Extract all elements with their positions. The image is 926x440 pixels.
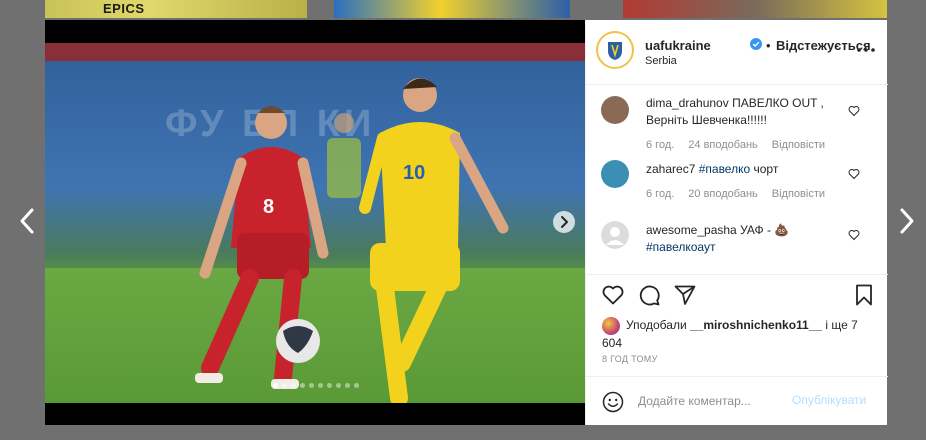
post-actions-bar (586, 283, 888, 309)
commenter-username[interactable]: awesome_pasha (646, 223, 737, 237)
comment-hashtag[interactable]: #павелкоаут (646, 240, 715, 254)
commenter-avatar[interactable] (601, 96, 629, 124)
comment-like-heart-icon[interactable] (848, 229, 860, 241)
carousel-dot (336, 383, 341, 388)
commenter-username[interactable]: dima_drahunov (646, 96, 729, 110)
commenter-avatar[interactable] (601, 221, 629, 249)
commenter-username[interactable]: zaharec7 (646, 162, 695, 176)
right-player-shirt-number: 10 (403, 162, 425, 184)
comment-like-heart-icon[interactable] (848, 105, 860, 117)
likes-summary: Уподобали __miroshnichenko11__ і ще 7 60… (602, 317, 862, 351)
likes-prefix: Уподобали (626, 318, 687, 333)
comment-likes-count[interactable]: 20 вподобань (688, 188, 757, 200)
post-modal: ФУ ЕЛ КИ 8 (45, 20, 888, 425)
background-thumbnail-2 (334, 0, 570, 18)
post-photo[interactable]: ФУ ЕЛ КИ 8 (45, 43, 585, 403)
share-paper-plane-icon[interactable] (673, 283, 697, 307)
thumbnail-text: EPICS (103, 1, 145, 16)
save-bookmark-icon[interactable] (852, 283, 876, 307)
carousel-dot (345, 383, 350, 388)
liker-username[interactable]: __miroshnichenko11__ (690, 318, 822, 332)
commenter-avatar[interactable] (601, 160, 629, 188)
background-thumbnail-1: EPICS (45, 0, 307, 18)
comment-like-heart-icon[interactable] (848, 168, 860, 180)
comment-body: УАФ - (740, 223, 771, 237)
add-comment-section: Опублікувати (586, 376, 888, 426)
more-options-icon[interactable] (854, 40, 878, 60)
comment-reply-button[interactable]: Відповісти (772, 139, 825, 151)
carousel-dot (354, 383, 359, 388)
post-author-username[interactable]: uafukraine (645, 38, 711, 53)
comment-body: чорт (753, 162, 779, 176)
previous-post-arrow-icon[interactable] (16, 206, 40, 236)
post-timestamp[interactable]: 8 ГОД ТОМУ (602, 354, 658, 364)
post-details-panel: uafukraine • Відстежується Serbia dima_d… (585, 20, 888, 425)
carousel-dot (282, 383, 287, 388)
comment-text: awesome_pasha УАФ - 💩 #павелкоаут (646, 222, 842, 256)
post-location-link[interactable]: Serbia (645, 55, 677, 67)
comment-hashtag[interactable]: #павелко (699, 162, 750, 176)
carousel-dot (273, 383, 278, 388)
carousel-dot (300, 383, 305, 388)
add-comment-input[interactable] (638, 391, 788, 411)
comment-text: dima_drahunov ПАВЕЛКО OUT , Верніть Шевч… (646, 95, 842, 129)
comment-time: 6 год. (646, 139, 675, 151)
carousel-indicator (273, 383, 359, 389)
poop-emoji-icon: 💩 (774, 223, 790, 237)
emoji-smiley-icon[interactable] (602, 391, 624, 413)
carousel-dot (309, 383, 314, 388)
comment-bubble-icon[interactable] (637, 283, 661, 307)
comment-likes-count[interactable]: 24 вподобань (688, 139, 757, 151)
comments-list: dima_drahunov ПАВЕЛКО OUT , Верніть Шевч… (586, 85, 888, 275)
comment-time: 6 год. (646, 188, 675, 200)
players-illustration: 8 10 (195, 78, 509, 403)
separator-dot: • (766, 38, 771, 53)
carousel-dot (318, 383, 323, 388)
carousel-dot (327, 383, 332, 388)
carousel-next-button[interactable] (553, 211, 575, 233)
like-heart-icon[interactable] (601, 283, 625, 307)
verified-badge-icon (750, 38, 762, 50)
next-post-arrow-icon[interactable] (894, 206, 918, 236)
comment-text: zaharec7 #павелко чорт (646, 161, 842, 178)
chevron-right-icon (561, 216, 568, 228)
publish-comment-button[interactable]: Опублікувати (792, 393, 866, 407)
post-media-area: ФУ ЕЛ КИ 8 (45, 20, 585, 425)
account-avatar[interactable] (598, 33, 632, 67)
comment-meta: 6 год. 24 вподобань Відповісти (646, 139, 839, 151)
left-player-shirt-number: 8 (263, 196, 274, 218)
comment-reply-button[interactable]: Відповісти (772, 188, 825, 200)
liker-avatar[interactable] (602, 317, 620, 335)
post-header: uafukraine • Відстежується Serbia (586, 20, 888, 85)
carousel-dot (291, 383, 296, 388)
background-thumbnail-3 (623, 0, 887, 18)
comment-meta: 6 год. 20 вподобань Відповісти (646, 188, 839, 200)
